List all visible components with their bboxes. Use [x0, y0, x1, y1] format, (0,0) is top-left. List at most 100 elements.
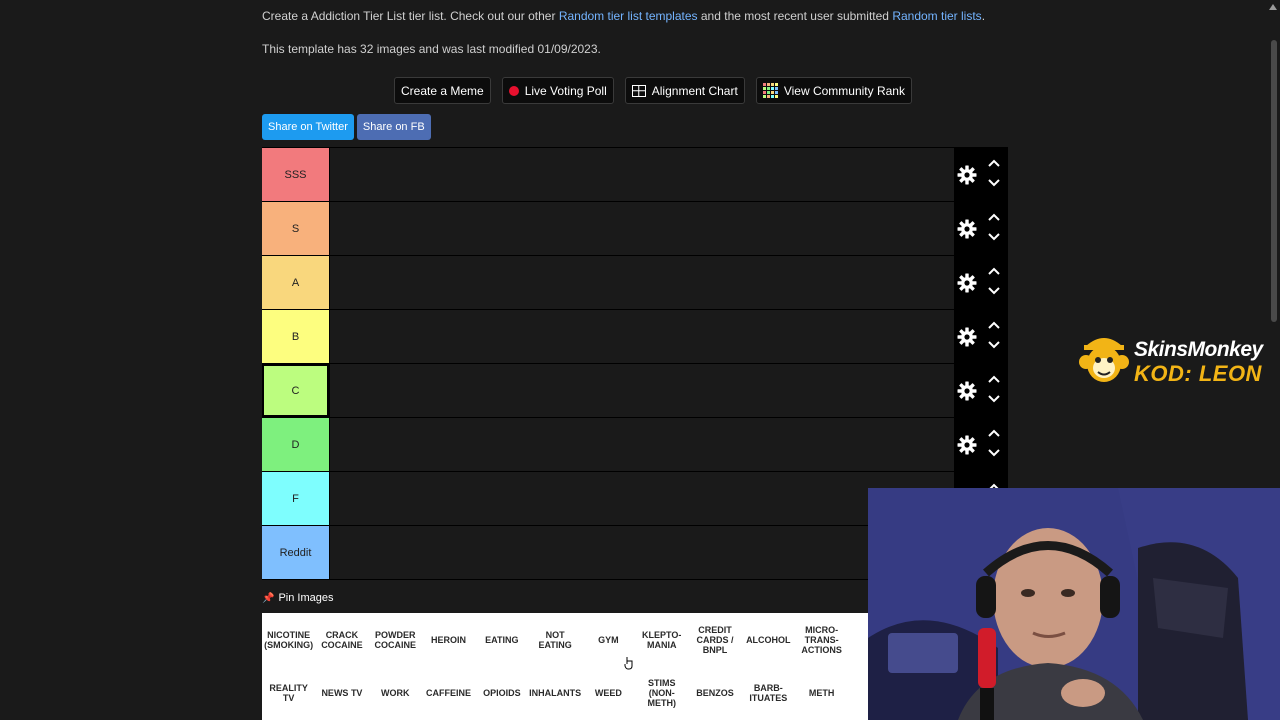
pool-item[interactable]: NOT EATING [528, 613, 581, 666]
tier-row: A [262, 256, 1008, 310]
chevron-down-icon[interactable] [987, 448, 1001, 458]
pool-item[interactable]: BARB- ITUATES [742, 666, 795, 719]
webcam-feed-image [868, 488, 1280, 720]
share-facebook-button[interactable]: Share on FB [356, 114, 431, 140]
pool-item[interactable]: CAFFEINE [422, 666, 475, 719]
logo-brand-text: SkinsMonkey [1134, 338, 1263, 361]
monkey-logo-icon [1079, 338, 1129, 382]
image-pool: NICOTINE (SMOKING) CRACK COCAINE POWDER CO… [262, 613, 868, 720]
image-pool-grid: NICOTINE (SMOKING) CRACK COCAINE POWDER CO… [262, 613, 868, 719]
tier-label[interactable]: SSS [262, 148, 329, 201]
tier-controls [954, 202, 1008, 255]
tier-drop-zone[interactable] [329, 526, 954, 579]
pool-item[interactable]: NEWS TV [315, 666, 368, 719]
tier-row: S [262, 202, 1008, 256]
chevron-up-icon[interactable] [987, 158, 1001, 168]
tier-drop-zone[interactable] [329, 148, 954, 201]
chevron-down-icon[interactable] [987, 340, 1001, 350]
pool-item[interactable]: WORK [369, 666, 422, 719]
create-meme-label: Create a Meme [401, 83, 484, 98]
tier-drop-zone[interactable] [329, 418, 954, 471]
action-buttons: Create a Meme Live Voting Poll Alignment… [394, 77, 912, 104]
intro-prefix: Create a Addiction Tier List tier list. … [262, 9, 559, 23]
pool-item[interactable]: OPIOIDS [475, 666, 528, 719]
chevron-up-icon[interactable] [987, 374, 1001, 384]
tier-drop-zone[interactable] [329, 202, 954, 255]
view-community-rank-button[interactable]: View Community Rank [755, 77, 912, 104]
pool-item[interactable]: STIMS (NON- METH) [635, 666, 688, 719]
pool-item[interactable]: BENZOS [688, 666, 741, 719]
gear-icon[interactable] [957, 381, 977, 401]
tier-controls [954, 148, 1008, 201]
create-meme-button[interactable]: Create a Meme [394, 77, 491, 104]
pool-item[interactable]: METH [795, 666, 848, 719]
tier-controls [954, 418, 1008, 471]
tier-label[interactable]: A [262, 256, 329, 309]
pool-item[interactable]: NICOTINE (SMOKING) [262, 613, 315, 666]
tier-label[interactable]: B [262, 310, 329, 363]
pool-item[interactable]: HEROIN [422, 613, 475, 666]
tier-controls [954, 310, 1008, 363]
pool-item[interactable]: INHALANTS [528, 666, 581, 719]
gear-icon[interactable] [957, 165, 977, 185]
gear-icon[interactable] [957, 219, 977, 239]
sponsor-logo: SkinsMonkey KOD: LEON [1076, 332, 1276, 390]
chevron-up-icon[interactable] [987, 266, 1001, 276]
chevron-down-icon[interactable] [987, 394, 1001, 404]
chevron-up-icon[interactable] [987, 320, 1001, 330]
logo-code-text: KOD: LEON [1134, 361, 1262, 386]
intro-suffix: . [981, 9, 986, 23]
share-buttons: Share on Twitter Share on FB [262, 114, 431, 140]
tier-row: B [262, 310, 1008, 364]
pool-item[interactable]: POWDER COCAINE [369, 613, 422, 666]
page: Create a Addiction Tier List tier list. … [0, 0, 1280, 720]
template-meta: This template has 32 images and was last… [262, 42, 601, 56]
pool-item[interactable]: CRACK COCAINE [315, 613, 368, 666]
scroll-up-icon[interactable] [1269, 4, 1277, 10]
gear-icon[interactable] [957, 435, 977, 455]
pool-item[interactable]: EATING [475, 613, 528, 666]
tier-label[interactable]: S [262, 202, 329, 255]
tier-label[interactable]: Reddit [262, 526, 329, 579]
tier-drop-zone[interactable] [329, 472, 954, 525]
intro-text: Create a Addiction Tier List tier list. … [262, 9, 985, 23]
pool-item[interactable]: CREDIT CARDS / BNPL [688, 613, 741, 666]
pool-item[interactable]: MICRO- TRANS- ACTIONS [795, 613, 848, 666]
chevron-down-icon[interactable] [987, 232, 1001, 242]
random-tier-lists-link[interactable]: Random tier lists [892, 9, 981, 23]
tier-label[interactable]: F [262, 472, 329, 525]
chevron-up-icon[interactable] [987, 428, 1001, 438]
view-community-rank-label: View Community Rank [783, 83, 905, 98]
tier-row: D [262, 418, 1008, 472]
tier-drop-zone[interactable] [329, 256, 954, 309]
pool-item[interactable]: PS ED [848, 666, 868, 719]
share-twitter-button[interactable]: Share on Twitter [262, 114, 354, 140]
page-scrollbar[interactable] [1271, 40, 1277, 322]
pool-item[interactable]: TW [848, 613, 869, 666]
alignment-chart-label: Alignment Chart [651, 83, 738, 98]
tier-drop-zone[interactable] [329, 310, 954, 363]
tier-controls [954, 256, 1008, 309]
tier-drop-zone[interactable] [329, 364, 954, 417]
pool-item[interactable]: KLEPTO- MANIA [635, 613, 688, 666]
chevron-down-icon[interactable] [987, 178, 1001, 188]
gear-icon[interactable] [957, 273, 977, 293]
pool-item[interactable]: WEED [582, 666, 635, 719]
tier-label[interactable]: C [262, 364, 329, 417]
tier-label[interactable]: D [262, 418, 329, 471]
pin-images-toggle[interactable]: 📌 Pin Images [262, 592, 333, 604]
hand-cursor-icon [624, 657, 633, 670]
live-voting-poll-button[interactable]: Live Voting Poll [501, 77, 614, 104]
random-templates-link[interactable]: Random tier list templates [559, 9, 698, 23]
pin-icon: 📌 [262, 592, 275, 604]
pool-item[interactable]: ALCOHOL [742, 613, 795, 666]
pool-item[interactable]: REALITY TV [262, 666, 315, 719]
alignment-chart-button[interactable]: Alignment Chart [624, 77, 745, 104]
tier-row: SSS [262, 148, 1008, 202]
chevron-down-icon[interactable] [987, 286, 1001, 296]
live-voting-poll-label: Live Voting Poll [524, 83, 607, 98]
webcam-overlay [868, 488, 1280, 720]
chevron-up-icon[interactable] [987, 212, 1001, 222]
tier-row: C [262, 364, 1008, 418]
gear-icon[interactable] [957, 327, 977, 347]
